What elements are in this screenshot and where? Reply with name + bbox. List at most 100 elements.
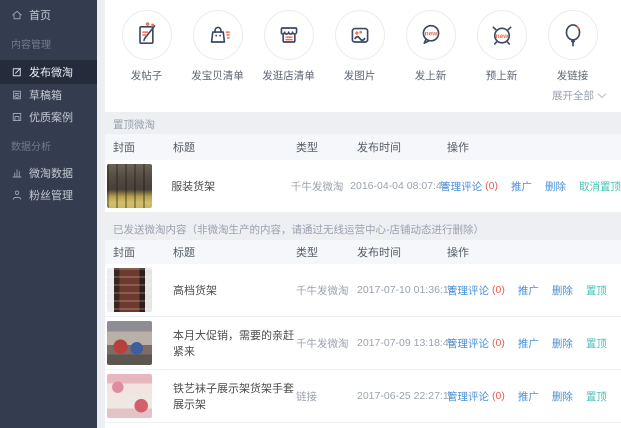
publish-post-button[interactable]: 发帖子 — [111, 10, 182, 112]
table-row: 铁艺袜子展示架货架手套展示架 链接 2017-06-25 22:27:11 管理… — [105, 370, 621, 423]
delete-link[interactable]: 删除 — [552, 336, 573, 351]
column-header-type: 类型 — [296, 244, 357, 260]
column-header-cover: 封面 — [113, 139, 173, 155]
promote-link[interactable]: 推广 — [518, 336, 539, 351]
column-header-cover: 封面 — [113, 244, 173, 260]
row-title: 高档货架 — [173, 282, 296, 298]
promote-link[interactable]: 推广 — [518, 389, 539, 404]
table-row: 服装货架 千牛发微淘 2016-04-04 08:07:44 管理评论 (0) … — [105, 160, 621, 213]
manage-comments-link[interactable]: 管理评论 — [447, 283, 489, 298]
sidebar-item-quality-cases[interactable]: 优质案例 — [0, 106, 97, 128]
comment-count: (0) — [492, 284, 505, 296]
case-badge-icon — [11, 111, 23, 123]
manage-comments-link[interactable]: 管理评论 — [447, 336, 489, 351]
column-header-time: 发布时间 — [357, 244, 447, 260]
picture-icon — [335, 10, 385, 60]
compose-icon — [11, 66, 23, 78]
publish-pre-arrival-button[interactable]: new 预上新 — [466, 10, 537, 112]
expand-all-link[interactable]: 展开全部 — [552, 88, 605, 103]
new-badge-text: new — [495, 33, 509, 40]
publish-post-label: 发帖子 — [131, 68, 163, 83]
comment-count: (0) — [485, 180, 498, 192]
row-type: 链接 — [296, 389, 357, 404]
row-actions: 管理评论 (0) 推广 删除 取消置顶 — [440, 179, 621, 194]
sidebar: 首页 内容管理 发布微淘 草稿箱 优质案例 数据分析 微淘数据 粉丝管理 — [0, 0, 97, 428]
row-type: 千牛发微淘 — [296, 336, 357, 351]
sidebar-item-label: 草稿箱 — [29, 87, 62, 103]
publish-item-list-button[interactable]: 发宝贝清单 — [182, 10, 253, 112]
row-title: 本月大促销，需要的亲赶紧来 — [173, 327, 296, 359]
row-actions: 管理评论 (0) 推广 删除 置顶 — [447, 336, 621, 351]
row-actions: 管理评论 (0) 推广 删除 置顶 — [447, 389, 621, 404]
row-type: 千牛发微淘 — [291, 179, 350, 194]
column-header-type: 类型 — [296, 139, 357, 155]
cover-image[interactable] — [107, 374, 152, 418]
post-icon — [122, 10, 172, 60]
publish-link-label: 发链接 — [557, 68, 589, 83]
table-row: 高档货架 千牛发微淘 2017-07-10 01:36:14 管理评论 (0) … — [105, 264, 621, 317]
publish-picture-button[interactable]: 发图片 — [324, 10, 395, 112]
promote-link[interactable]: 推广 — [511, 179, 532, 194]
column-header-ops: 操作 — [447, 244, 621, 260]
new-badge-text: new — [424, 30, 438, 37]
item-list-icon — [193, 10, 243, 60]
row-time: 2017-07-10 01:36:14 — [357, 284, 447, 296]
comment-count: (0) — [492, 390, 505, 402]
promote-link[interactable]: 推广 — [518, 283, 539, 298]
pin-link[interactable]: 置顶 — [586, 336, 607, 351]
manage-comments-link[interactable]: 管理评论 — [440, 179, 482, 194]
sidebar-item-fans-manage[interactable]: 粉丝管理 — [0, 184, 97, 206]
comment-count: (0) — [492, 337, 505, 349]
cover-cell — [107, 321, 173, 365]
row-time: 2017-06-25 22:27:11 — [357, 390, 447, 402]
publish-shop-list-label: 发逛店清单 — [262, 68, 315, 83]
bar-chart-icon — [11, 167, 23, 179]
pre-arrival-icon: new — [477, 10, 527, 60]
manage-comments-link[interactable]: 管理评论 — [447, 389, 489, 404]
column-header-ops: 操作 — [447, 139, 621, 155]
publish-shop-list-button[interactable]: 发逛店清单 — [253, 10, 324, 112]
unpin-link[interactable]: 取消置顶 — [579, 179, 621, 194]
publish-pre-arrival-label: 预上新 — [486, 68, 518, 83]
sidebar-item-drafts[interactable]: 草稿箱 — [0, 84, 97, 106]
person-icon — [11, 189, 23, 201]
sidebar-item-home[interactable]: 首页 — [0, 4, 97, 26]
sidebar-item-weitao-data[interactable]: 微淘数据 — [0, 162, 97, 184]
cover-cell — [107, 164, 171, 208]
table-bottom-padding — [105, 423, 621, 428]
new-arrival-icon: new — [406, 10, 456, 60]
publish-picture-label: 发图片 — [344, 68, 376, 83]
draft-box-icon — [11, 89, 23, 101]
cover-image[interactable] — [107, 321, 152, 365]
publish-new-arrival-button[interactable]: new 发上新 — [395, 10, 466, 112]
pin-link[interactable]: 置顶 — [586, 389, 607, 404]
cover-cell — [107, 374, 173, 418]
sidebar-section-data: 数据分析 — [0, 142, 97, 154]
delete-link[interactable]: 删除 — [552, 283, 573, 298]
row-time: 2017-07-09 13:18:45 — [357, 337, 447, 349]
cover-image[interactable] — [107, 164, 152, 208]
column-header-title: 标题 — [173, 244, 296, 260]
cover-image[interactable] — [107, 268, 152, 312]
sidebar-item-publish-weitao[interactable]: 发布微淘 — [0, 60, 97, 84]
sidebar-item-label: 粉丝管理 — [29, 187, 73, 203]
table-row: 本月大促销，需要的亲赶紧来 千牛发微淘 2017-07-09 13:18:45 … — [105, 317, 621, 370]
row-actions: 管理评论 (0) 推广 删除 置顶 — [447, 283, 621, 298]
pin-link[interactable]: 置顶 — [586, 283, 607, 298]
sidebar-item-label: 发布微淘 — [29, 64, 73, 80]
row-title: 铁艺袜子展示架货架手套展示架 — [173, 380, 296, 412]
delete-link[interactable]: 删除 — [552, 389, 573, 404]
publish-item-list-label: 发宝贝清单 — [191, 68, 244, 83]
row-time: 2016-04-04 08:07:44 — [350, 180, 440, 192]
row-title: 服装货架 — [171, 178, 291, 194]
delete-link[interactable]: 删除 — [545, 179, 566, 194]
sent-section-title: 已发送微淘内容（非微淘生产的内容，请通过无线运营中心-店铺动态进行删除） — [105, 213, 621, 240]
main-content: 发帖子 发宝贝清单 发逛店清单 — [105, 0, 621, 428]
sidebar-item-label: 优质案例 — [29, 109, 73, 125]
row-type: 千牛发微淘 — [296, 283, 357, 298]
sidebar-item-label: 微淘数据 — [29, 165, 73, 181]
chevron-down-icon — [598, 90, 606, 98]
sent-table-header: 封面 标题 类型 发布时间 操作 — [105, 240, 621, 264]
publish-action-panel: 发帖子 发宝贝清单 发逛店清单 — [105, 0, 621, 112]
link-icon — [548, 10, 598, 60]
